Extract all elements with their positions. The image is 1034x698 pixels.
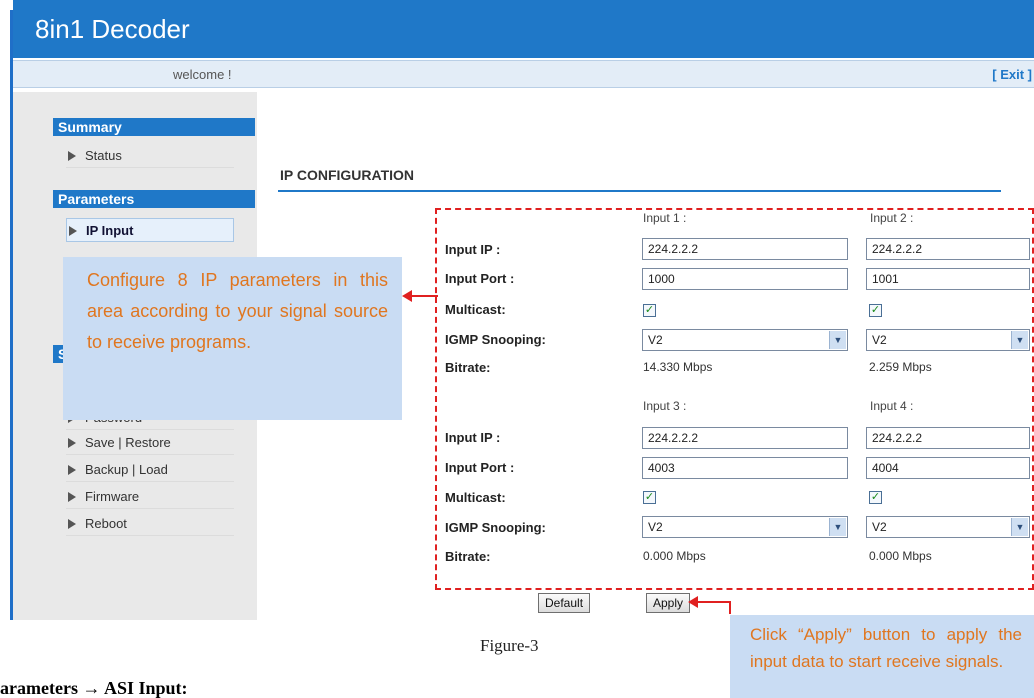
- input-4-port-field[interactable]: [866, 457, 1030, 479]
- input-ip-label: Input IP :: [445, 242, 501, 257]
- input-3-igmp-select[interactable]: V2 ▼: [642, 516, 848, 538]
- chevron-down-icon: ▼: [829, 518, 846, 536]
- sidebar-item-firmware[interactable]: Firmware: [66, 485, 234, 509]
- input-2-header: Input 2 :: [870, 211, 914, 225]
- input-4-bitrate: 0.000 Mbps: [869, 549, 932, 563]
- sidebar-item-ip-input[interactable]: IP Input: [66, 218, 234, 242]
- sidebar-item-label: Firmware: [85, 489, 140, 504]
- welcome-bar: welcome ! [ Exit ]: [13, 60, 1034, 88]
- bitrate-label: Bitrate:: [445, 360, 491, 375]
- input-3-port-field[interactable]: [642, 457, 848, 479]
- chevron-down-icon: ▼: [829, 331, 846, 349]
- default-button[interactable]: Default: [538, 593, 591, 613]
- triangle-right-icon: [68, 151, 76, 161]
- page-title: IP CONFIGURATION: [280, 167, 415, 183]
- exit-link[interactable]: [ Exit ]: [992, 67, 1032, 82]
- apply-button[interactable]: Apply: [646, 593, 691, 613]
- multicast-label: Multicast:: [445, 490, 506, 505]
- input-3-ip-field[interactable]: [642, 427, 848, 449]
- title-divider: [278, 190, 1001, 192]
- input-port-label: Input Port :: [445, 271, 515, 286]
- input-1-header: Input 1 :: [643, 211, 687, 225]
- welcome-text: welcome !: [173, 67, 232, 82]
- triangle-right-icon: [68, 519, 76, 529]
- input-3-bitrate: 0.000 Mbps: [643, 549, 706, 563]
- input-1-ip-field[interactable]: [642, 238, 848, 260]
- input-1-igmp-select[interactable]: V2 ▼: [642, 329, 848, 351]
- sidebar-section-parameters: Parameters: [53, 190, 255, 208]
- section-heading: arameters → ASI Input:: [0, 678, 188, 698]
- sidebar-item-label: Reboot: [85, 516, 127, 531]
- input-2-port-field[interactable]: [866, 268, 1030, 290]
- input-port-label: Input Port :: [445, 460, 515, 475]
- config-callout: Configure 8 IP parameters in this area a…: [63, 257, 402, 420]
- sidebar-item-reboot[interactable]: Reboot: [66, 512, 234, 536]
- sidebar-item-label: Status: [85, 148, 122, 163]
- arrow-elbow-icon: [688, 596, 731, 614]
- input-4-igmp-select[interactable]: V2 ▼: [866, 516, 1030, 538]
- input-1-bitrate: 14.330 Mbps: [643, 360, 713, 374]
- sidebar-item-save-restore[interactable]: Save | Restore: [66, 431, 234, 455]
- triangle-right-icon: [68, 465, 76, 475]
- input-1-multicast-checkbox[interactable]: ✓: [643, 304, 656, 317]
- sidebar-section-summary: Summary: [53, 118, 255, 136]
- input-3-header: Input 3 :: [643, 399, 687, 413]
- input-4-ip-field[interactable]: [866, 427, 1030, 449]
- sidebar-item-backup-load[interactable]: Backup | Load: [66, 458, 234, 482]
- select-value: V2: [872, 333, 887, 347]
- select-value: V2: [648, 333, 663, 347]
- input-2-ip-field[interactable]: [866, 238, 1030, 260]
- igmp-snooping-label: IGMP Snooping:: [445, 332, 546, 347]
- apply-callout: Click “Apply” button to apply the input …: [730, 615, 1034, 698]
- input-2-bitrate: 2.259 Mbps: [869, 360, 932, 374]
- sidebar-item-label: Save | Restore: [85, 435, 171, 450]
- triangle-right-icon: [68, 438, 76, 448]
- input-1-port-field[interactable]: [642, 268, 848, 290]
- figure-caption: Figure-3: [480, 636, 539, 655]
- select-value: V2: [648, 520, 663, 534]
- input-ip-label: Input IP :: [445, 430, 501, 445]
- app-title: 8in1 Decoder: [35, 14, 190, 44]
- igmp-snooping-label: IGMP Snooping:: [445, 520, 546, 535]
- input-2-igmp-select[interactable]: V2 ▼: [866, 329, 1030, 351]
- arrow-left-icon: [402, 290, 438, 302]
- bitrate-label: Bitrate:: [445, 549, 491, 564]
- triangle-right-icon: [69, 226, 77, 236]
- input-4-multicast-checkbox[interactable]: ✓: [869, 491, 882, 504]
- sidebar-item-label: IP Input: [86, 223, 134, 238]
- sidebar-item-status[interactable]: Status: [66, 144, 234, 168]
- input-3-multicast-checkbox[interactable]: ✓: [643, 491, 656, 504]
- app-banner: 8in1 Decoder: [13, 0, 1034, 58]
- input-2-multicast-checkbox[interactable]: ✓: [869, 304, 882, 317]
- chevron-down-icon: ▼: [1011, 331, 1028, 349]
- multicast-label: Multicast:: [445, 302, 506, 317]
- triangle-right-icon: [68, 492, 76, 502]
- sidebar-item-label: Backup | Load: [85, 462, 168, 477]
- chevron-down-icon: ▼: [1011, 518, 1028, 536]
- select-value: V2: [872, 520, 887, 534]
- input-4-header: Input 4 :: [870, 399, 914, 413]
